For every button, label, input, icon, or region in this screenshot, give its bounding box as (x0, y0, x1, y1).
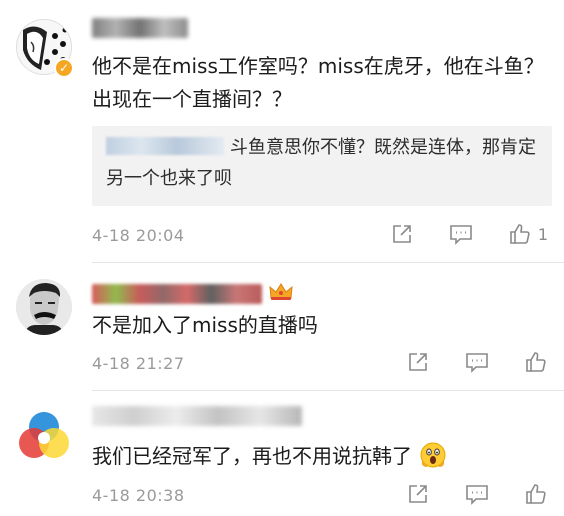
comment-item: 不是加入了miss的直播吗 4-18 21:27 (0, 262, 564, 390)
comment-text: 不是加入了miss的直播吗 (92, 313, 318, 337)
comment-button[interactable] (448, 222, 474, 246)
like-count: 1 (537, 224, 548, 244)
comment-icon (450, 225, 472, 245)
like-button[interactable] (524, 482, 548, 506)
comment-text-content: 我们已经冠军了，再也不用说抗韩了 (92, 444, 412, 468)
comment-actions (372, 350, 548, 374)
comment-item: ✓ 他不是在miss工作室吗？miss在虎牙，他在斗鱼？出现在一个直播间？？ 斗… (0, 0, 564, 262)
share-button[interactable] (406, 482, 430, 506)
share-icon (409, 353, 427, 371)
share-icon (393, 225, 411, 243)
comment-icon (466, 353, 488, 373)
share-button[interactable] (406, 350, 430, 374)
comment-actions: 1 (356, 222, 548, 246)
share-icon (409, 485, 427, 503)
thumbs-up-icon (510, 224, 530, 244)
verified-badge-icon: ✓ (54, 58, 74, 78)
comment-button[interactable] (464, 482, 490, 506)
reply-quote-content: 斗鱼意思你不懂？既然是连体，那肯定另一个也来了呗 (106, 132, 538, 194)
username-blurred[interactable] (92, 18, 188, 38)
thumbs-up-icon (526, 352, 546, 372)
scared-face-emoji (420, 442, 446, 468)
share-button[interactable] (390, 222, 414, 246)
comment-text: 我们已经冠军了，再也不用说抗韩了 (92, 440, 552, 473)
avatar[interactable] (16, 407, 72, 463)
comment-item: 我们已经冠军了，再也不用说抗韩了 4-18 20:38 (0, 390, 564, 516)
like-button[interactable]: 1 (508, 222, 548, 246)
reply-username-blurred[interactable] (106, 137, 224, 155)
reply-quote[interactable]: 斗鱼意思你不懂？既然是连体，那肯定另一个也来了呗 (92, 126, 552, 206)
comment-time: 4-18 20:38 (92, 486, 185, 505)
username-blurred[interactable] (92, 284, 262, 304)
comment-icon (466, 485, 488, 505)
thumbs-up-icon (526, 484, 546, 504)
comment-text: 他不是在miss工作室吗？miss在虎牙，他在斗鱼？出现在一个直播间？？ (92, 54, 544, 111)
comment-time: 4-18 21:27 (92, 354, 185, 373)
like-button[interactable] (524, 350, 548, 374)
comment-button[interactable] (464, 350, 490, 374)
avatar[interactable] (16, 279, 72, 335)
username-blurred[interactable] (92, 406, 302, 426)
crown-icon (269, 283, 293, 300)
comment-time: 4-18 20:04 (92, 226, 185, 245)
comment-actions (372, 482, 548, 506)
